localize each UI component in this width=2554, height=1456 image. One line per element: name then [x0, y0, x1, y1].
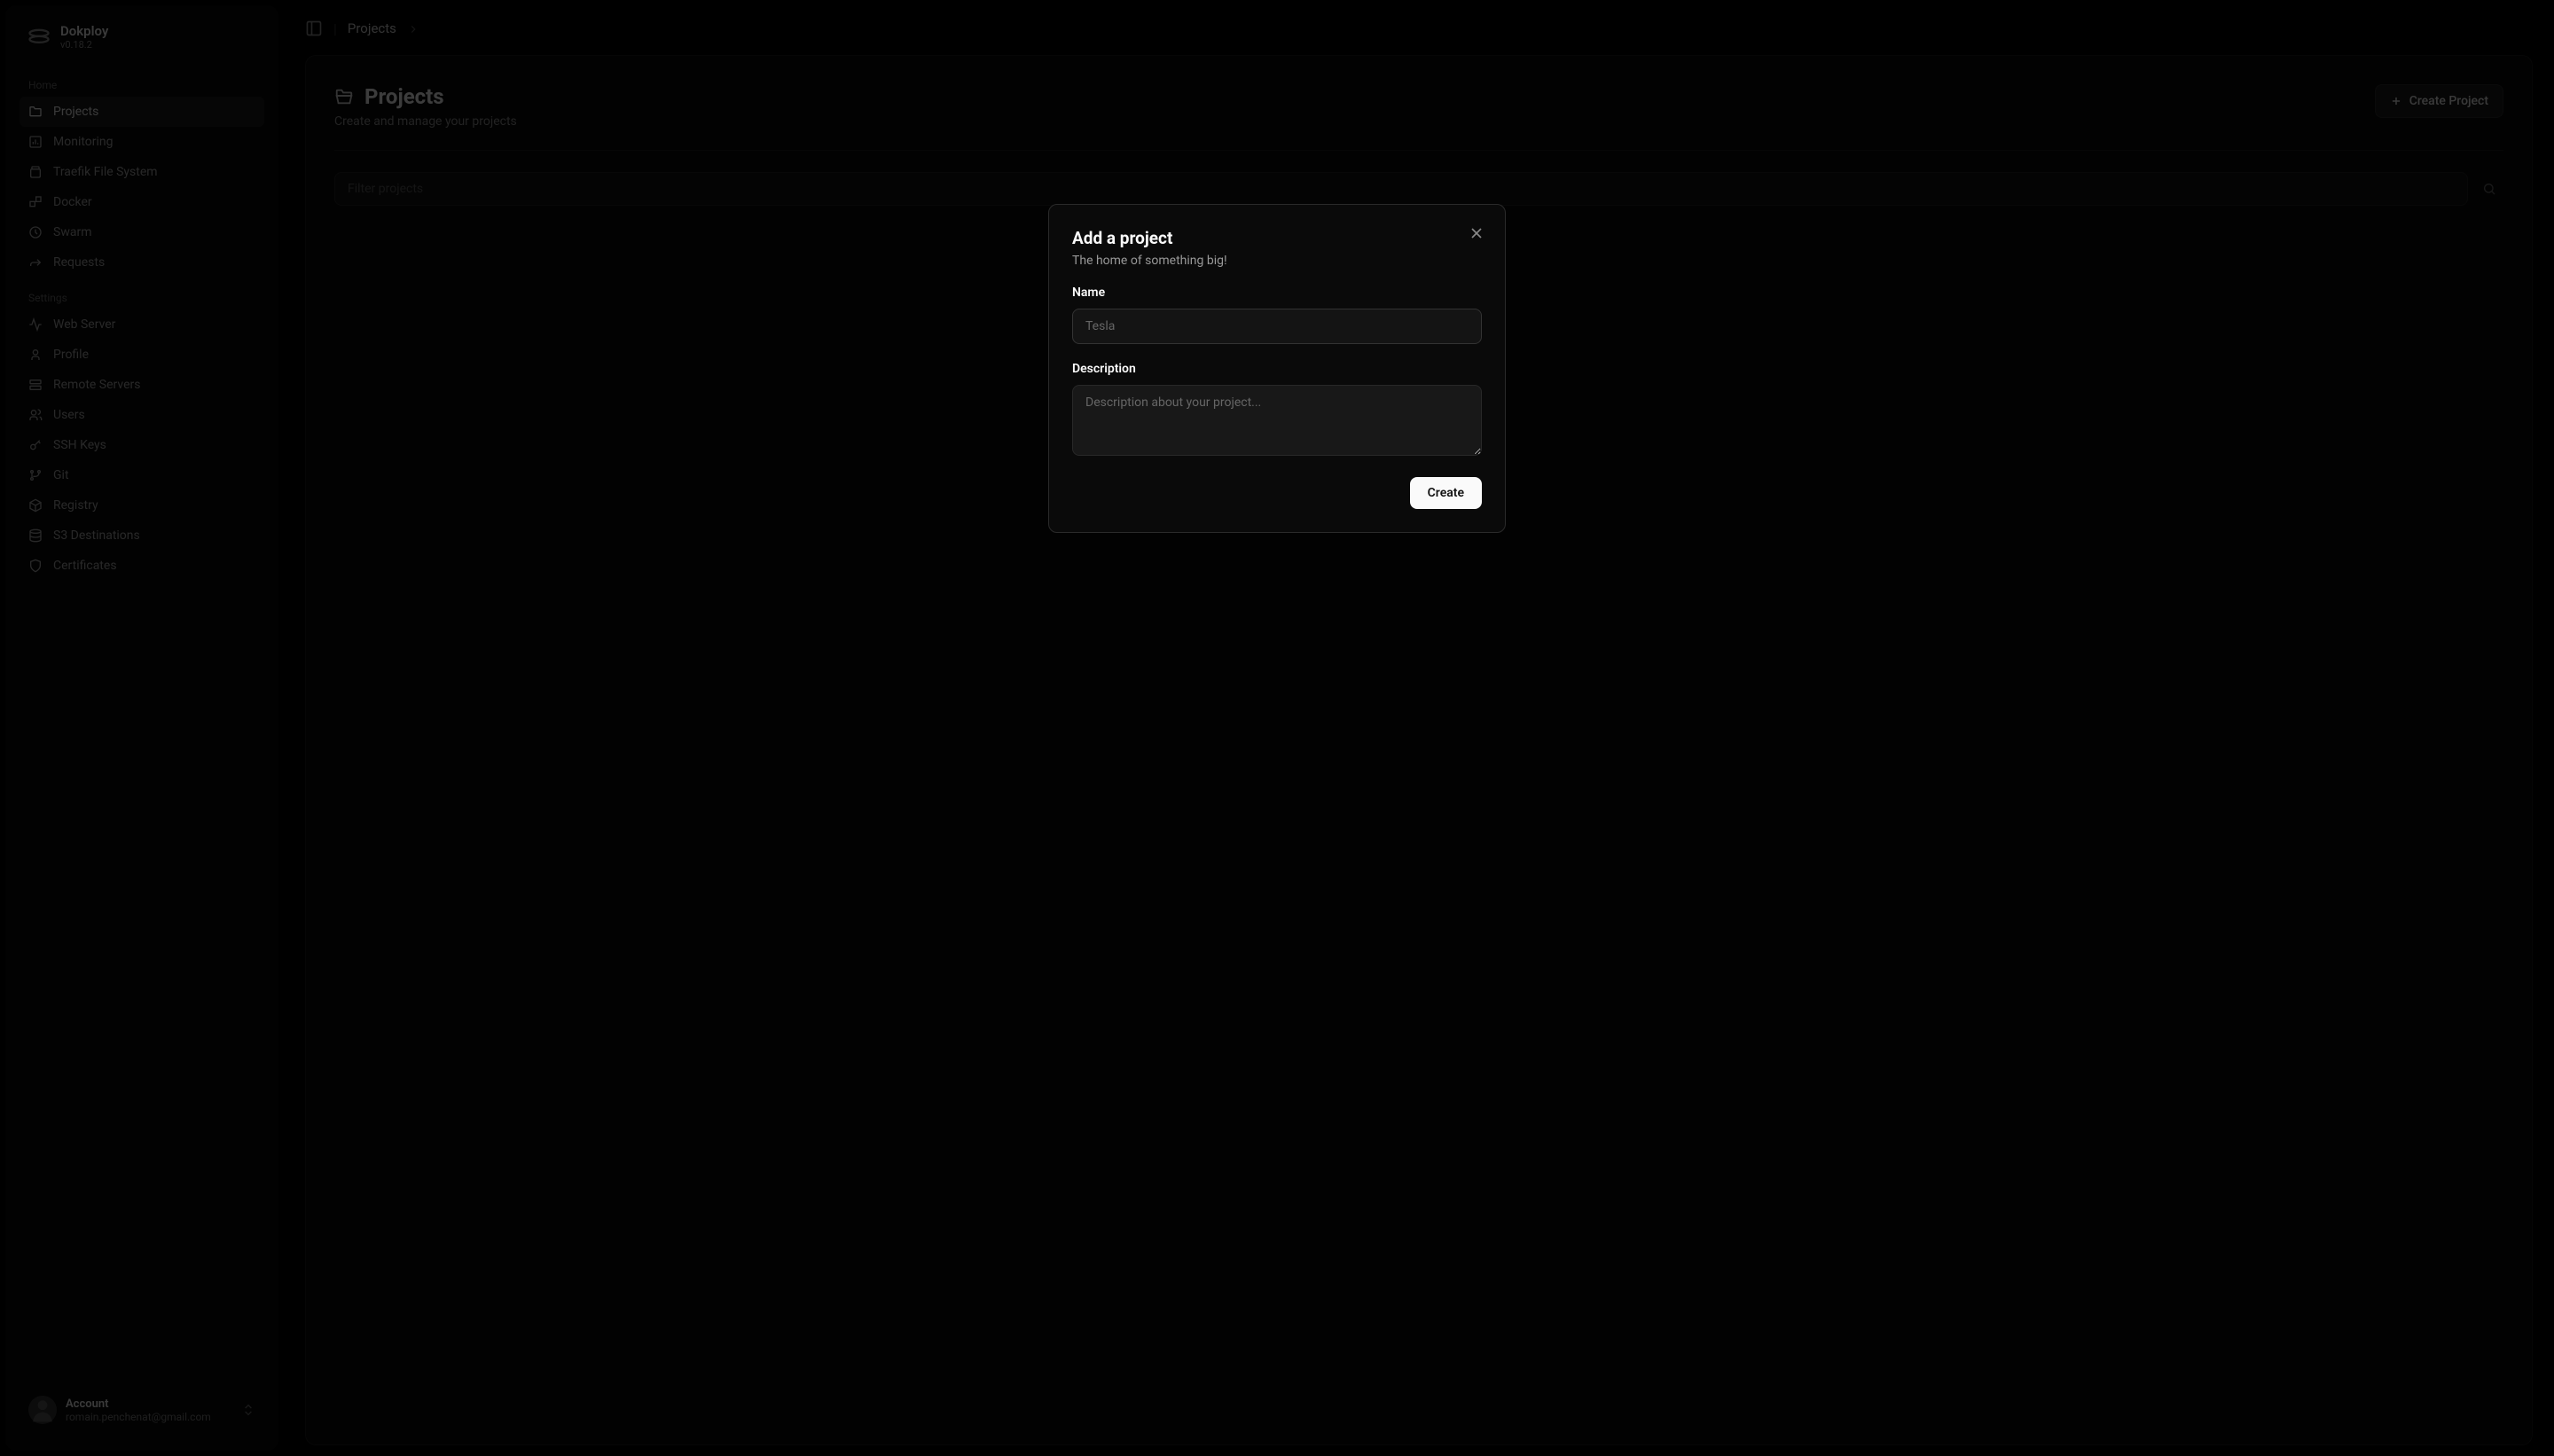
modal-create-button[interactable]: Create [1410, 477, 1482, 509]
add-project-modal: Add a project The home of something big!… [1048, 204, 1506, 533]
project-name-input[interactable] [1072, 309, 1482, 344]
modal-overlay[interactable]: Add a project The home of something big!… [0, 0, 2554, 1456]
name-field-label: Name [1072, 286, 1482, 300]
modal-title: Add a project [1072, 228, 1482, 248]
modal-subtitle: The home of something big! [1072, 254, 1482, 268]
description-field-label: Description [1072, 362, 1482, 376]
project-description-input[interactable] [1072, 385, 1482, 456]
close-modal-button[interactable] [1468, 224, 1485, 242]
